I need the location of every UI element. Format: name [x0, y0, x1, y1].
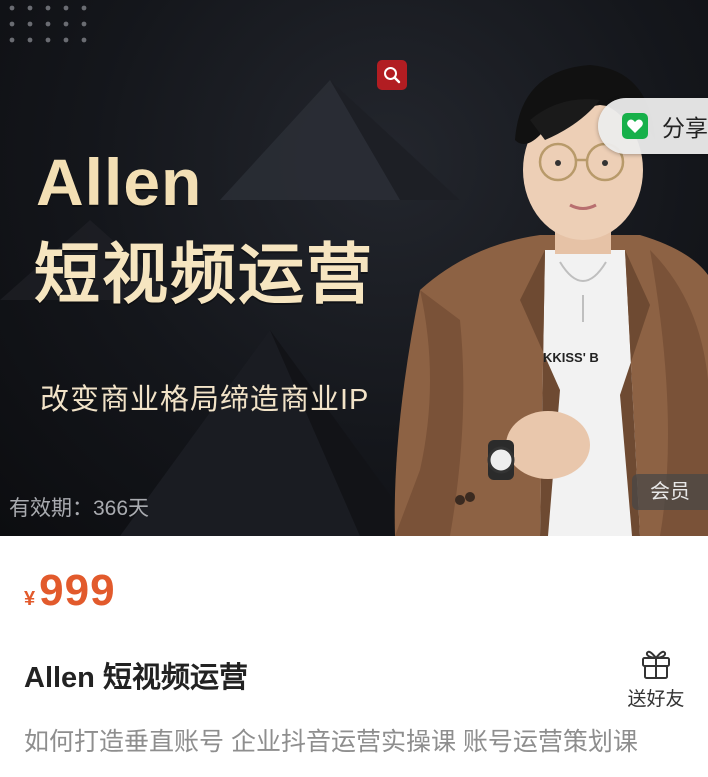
course-cover-banner: KKISS' B Allen 短视频运营 改变商业格局缔造商业IP 有效期：36… [0, 0, 708, 536]
price-amount: 999 [39, 566, 116, 615]
member-badge[interactable]: 会员 [632, 474, 708, 510]
banner-subtitle: 短视频运营 [34, 237, 374, 311]
price: ¥ 999 [24, 566, 116, 616]
course-description: 如何打造垂直账号 企业抖音运营实操课 账号运营策划课 [24, 728, 638, 756]
share-button[interactable]: 分享 [598, 98, 708, 154]
banner-slogan: 改变商业格局缔造商业IP [40, 384, 370, 416]
gift-to-friend-button[interactable]: 送好友 [616, 646, 696, 712]
validity-period: 有效期：366天 [9, 497, 150, 520]
gift-icon [642, 650, 670, 679]
course-page: KKISS' B Allen 短视频运营 改变商业格局缔造商业IP 有效期：36… [0, 0, 708, 777]
search-icon [384, 67, 401, 84]
share-label: 分享 [662, 115, 708, 141]
banner-title: Allen [36, 145, 203, 219]
currency-symbol: ¥ [24, 588, 36, 610]
gift-label: 送好友 [627, 689, 685, 710]
course-title: Allen 短视频运营 [24, 662, 248, 694]
search-button[interactable] [377, 60, 407, 90]
shirt-print-text: KKISS' B [543, 350, 599, 365]
wechat-icon [622, 113, 648, 139]
